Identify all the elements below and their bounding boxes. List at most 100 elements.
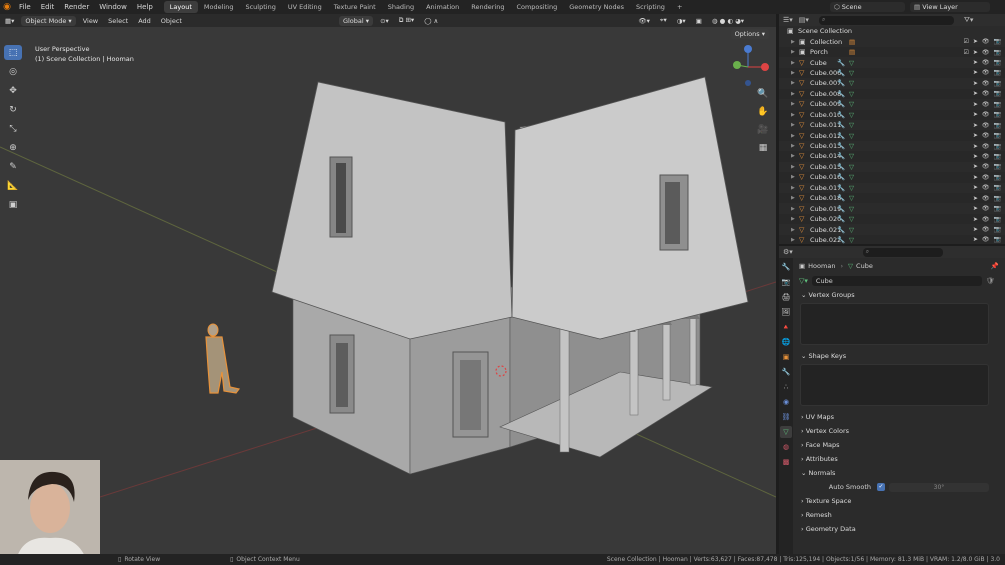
expand-arrow-icon[interactable]: ▶	[791, 112, 795, 118]
view-layer-selector[interactable]: ▤ View Layer	[910, 2, 990, 12]
camera-render-icon[interactable]: 📷	[994, 174, 1001, 181]
camera-render-icon[interactable]: 📷	[994, 195, 1001, 202]
outliner-item[interactable]: ▶ ▽ Cube.020 🔧 ▽ ➤ 👁 📷	[779, 214, 1005, 224]
tab-texture-paint[interactable]: Texture Paint	[328, 1, 382, 13]
display-mode-icon[interactable]: ▤▾	[799, 16, 809, 24]
render-tab-icon[interactable]: 📷	[780, 276, 792, 288]
scene-selector[interactable]: ⬡ Scene	[830, 2, 905, 12]
add-workspace-button[interactable]: +	[671, 1, 688, 13]
outliner-root[interactable]: ▣ Scene Collection	[779, 26, 1005, 37]
shape-keys-panel-header[interactable]: ⌄ Shape Keys	[795, 349, 1005, 363]
selectable-arrow-icon[interactable]: ➤	[973, 226, 978, 233]
properties-editor-icon[interactable]: ⚙▾	[783, 248, 793, 256]
camera-render-icon[interactable]: 📷	[994, 59, 1001, 66]
expand-arrow-icon[interactable]: ▶	[791, 91, 795, 97]
scene-tab-icon[interactable]: 🔺	[780, 321, 792, 333]
camera-render-icon[interactable]: 📷	[994, 153, 1001, 160]
selectable-arrow-icon[interactable]: ➤	[973, 163, 978, 170]
selectable-arrow-icon[interactable]: ➤	[973, 205, 978, 212]
output-tab-icon[interactable]: 🖨	[780, 291, 792, 303]
eye-icon[interactable]: 👁	[982, 59, 990, 66]
exclude-checkbox[interactable]: ☑	[963, 38, 968, 45]
texture-tab-icon[interactable]: ▩	[780, 456, 792, 468]
cursor-icon[interactable]: ◎	[4, 64, 22, 79]
selectable-arrow-icon[interactable]: ➤	[973, 101, 978, 108]
camera-render-icon[interactable]: 📷	[994, 216, 1001, 223]
pivot-icon[interactable]: ⊙▾	[375, 17, 394, 25]
outliner-item[interactable]: ▶ ▽ Cube.011 🔧 ▽ ➤ 👁 📷	[779, 119, 1005, 131]
selectable-arrow-icon[interactable]: ➤	[973, 122, 978, 129]
tab-animation[interactable]: Animation	[420, 1, 465, 13]
menu-select[interactable]: Select	[103, 17, 133, 25]
view-layer-tab-icon[interactable]: 🖼	[780, 306, 792, 318]
texture-space-panel-header[interactable]: › Texture Space	[795, 494, 1005, 508]
pin-icon[interactable]: 📌	[991, 262, 999, 270]
eye-icon[interactable]: 👁	[982, 49, 990, 56]
eye-icon[interactable]: 👁	[982, 184, 990, 191]
menu-object[interactable]: Object	[156, 17, 187, 25]
camera-render-icon[interactable]: 📷	[994, 184, 1001, 191]
measure-icon[interactable]: 📐	[4, 178, 22, 193]
transform-icon[interactable]: ⊕	[4, 140, 22, 155]
expand-arrow-icon[interactable]: ▶	[791, 237, 795, 243]
expand-arrow-icon[interactable]: ▶	[791, 49, 795, 55]
auto-smooth-checkbox[interactable]: ✓	[877, 483, 885, 491]
annotate-icon[interactable]: ✎	[4, 159, 22, 174]
tab-compositing[interactable]: Compositing	[510, 1, 563, 13]
outliner-item[interactable]: ▶ ▽ Cube.022 🔧 ▽ ➤ 👁 📷	[779, 235, 1005, 244]
tab-scripting[interactable]: Scripting	[630, 1, 671, 13]
expand-arrow-icon[interactable]: ▶	[791, 80, 795, 86]
eye-icon[interactable]: 👁	[982, 38, 990, 45]
expand-arrow-icon[interactable]: ▶	[791, 70, 795, 76]
tab-modeling[interactable]: Modeling	[198, 1, 240, 13]
outliner-item[interactable]: ▶ ▽ Cube.015 🔧 ▽ ➤ 👁 📷	[779, 161, 1005, 173]
3d-viewport[interactable]: User Perspective (1) Scene Collection | …	[0, 27, 776, 554]
physics-tab-icon[interactable]: ◉	[780, 396, 792, 408]
mesh-name-field[interactable]: Cube	[811, 276, 982, 286]
expand-arrow-icon[interactable]: ▶	[791, 133, 795, 139]
eye-icon[interactable]: 👁	[982, 122, 990, 129]
expand-arrow-icon[interactable]: ▶	[791, 39, 795, 45]
tab-rendering[interactable]: Rendering	[465, 1, 510, 13]
shading-mode-icons[interactable]: ◍ ● ◐ ◕▾	[707, 17, 749, 25]
rotate-icon[interactable]: ↻	[4, 102, 22, 117]
outliner-item[interactable]: ▶ ▽ Cube.009 🔧 ▽ ➤ 👁 📷	[779, 99, 1005, 110]
eye-icon[interactable]: 👁	[982, 90, 990, 97]
eye-icon[interactable]: 👁	[982, 163, 990, 170]
vertex-colors-panel-header[interactable]: › Vertex Colors	[795, 424, 1005, 438]
camera-render-icon[interactable]: 📷	[994, 143, 1001, 150]
eye-icon[interactable]: 👁	[982, 153, 990, 160]
selectable-arrow-icon[interactable]: ➤	[973, 195, 978, 202]
move-icon[interactable]: ✥	[4, 83, 22, 98]
shape-keys-list[interactable]	[800, 364, 989, 406]
transform-orientation-dropdown[interactable]: Global ▾	[338, 15, 374, 26]
selectable-arrow-icon[interactable]: ➤	[973, 153, 978, 160]
expand-arrow-icon[interactable]: ▶	[791, 153, 795, 159]
mesh-data-tab-icon[interactable]: ▽	[780, 426, 792, 438]
geometry-data-panel-header[interactable]: › Geometry Data	[795, 522, 1005, 536]
modifier-tab-icon[interactable]: 🔧	[780, 366, 792, 378]
outliner-item[interactable]: ▶ ▽ Cube.016 🔧 ▽ ➤ 👁 📷	[779, 172, 1005, 182]
camera-render-icon[interactable]: 📷	[994, 111, 1001, 118]
proportional-edit-icon[interactable]: ◯ ∧	[419, 17, 443, 25]
camera-render-icon[interactable]: 📷	[994, 205, 1001, 212]
auto-smooth-angle-field[interactable]: 30°	[889, 482, 989, 492]
outliner-item[interactable]: ▶ ▽ Cube.013 🔧 ▽ ➤ 👁 📷	[779, 140, 1005, 152]
selectable-arrow-icon[interactable]: ➤	[973, 38, 978, 45]
tab-layout[interactable]: Layout	[163, 1, 198, 13]
eye-icon[interactable]: 👁	[982, 216, 990, 223]
camera-render-icon[interactable]: 📷	[994, 90, 1001, 97]
selectable-arrow-icon[interactable]: ➤	[973, 111, 978, 118]
selectable-arrow-icon[interactable]: ➤	[973, 174, 978, 181]
selectable-arrow-icon[interactable]: ➤	[973, 216, 978, 223]
expand-arrow-icon[interactable]: ▶	[791, 143, 795, 149]
eye-icon[interactable]: 👁	[982, 80, 990, 87]
camera-render-icon[interactable]: 📷	[994, 101, 1001, 108]
constraints-tab-icon[interactable]: ⛓	[780, 411, 792, 423]
world-tab-icon[interactable]: 🌐	[780, 336, 792, 348]
material-tab-icon[interactable]: ◍	[780, 441, 792, 453]
selectable-arrow-icon[interactable]: ➤	[973, 132, 978, 139]
outliner-item[interactable]: ▶ ▽ Cube.006 🔧 ▽ ➤ 👁 📷	[779, 68, 1005, 78]
eye-icon[interactable]: 👁	[982, 111, 990, 118]
camera-render-icon[interactable]: 📷	[994, 163, 1001, 170]
